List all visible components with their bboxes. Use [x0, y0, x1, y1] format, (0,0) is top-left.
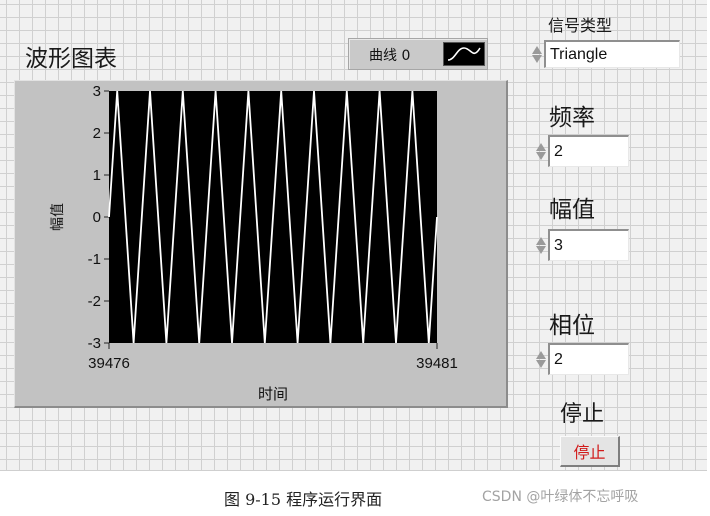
signal-type-value[interactable]: Triangle: [544, 40, 680, 68]
phase-spinner[interactable]: [534, 343, 548, 375]
decrement-arrow-icon[interactable]: [536, 359, 546, 368]
decrement-arrow-icon[interactable]: [536, 151, 546, 160]
frequency-input[interactable]: 2: [548, 135, 629, 167]
amplitude-control[interactable]: 3: [534, 228, 629, 262]
signal-type-label: 信号类型: [548, 16, 613, 35]
line-plot-icon[interactable]: [443, 42, 485, 66]
increment-arrow-icon[interactable]: [536, 350, 546, 359]
front-panel: 波形图表 曲线 0 3 2 1 0 -1 -2 -3 39476 39481 幅值 时间 信号…: [0, 0, 707, 471]
ring-spinner[interactable]: [530, 38, 544, 70]
frequency-control[interactable]: 2: [534, 134, 629, 168]
y-axis-label: 幅值: [50, 203, 66, 231]
line-plot-glyph: [447, 47, 481, 61]
increment-arrow-icon[interactable]: [532, 45, 542, 54]
y-axis: 3 2 1 0 -1 -2 -3: [88, 83, 109, 352]
stop-button[interactable]: 停止: [560, 436, 620, 467]
amplitude-label: 幅值: [549, 197, 595, 223]
y-tick-label: -2: [88, 293, 101, 310]
x-tick-label: 39481: [416, 355, 458, 372]
figure-caption: 图 9-15 程序运行界面: [224, 490, 383, 509]
phase-control[interactable]: 2: [534, 342, 629, 376]
y-tick-label: 3: [93, 83, 101, 100]
x-axis-label: 时间: [258, 385, 288, 403]
increment-arrow-icon[interactable]: [536, 142, 546, 151]
frequency-spinner[interactable]: [534, 135, 548, 167]
signal-type-ring[interactable]: Triangle: [530, 38, 680, 70]
watermark: CSDN @叶绿体不忘呼吸: [482, 489, 639, 505]
amplitude-spinner[interactable]: [534, 229, 548, 261]
frequency-label: 频率: [549, 105, 595, 131]
plot-legend[interactable]: 曲线 0: [348, 38, 488, 70]
x-tick-label: 39476: [88, 355, 130, 372]
y-tick-label: 1: [93, 167, 101, 184]
chart-svg: 3 2 1 0 -1 -2 -3 39476 39481 幅值 时间: [50, 83, 458, 403]
plot-legend-name: 曲线 0: [369, 48, 411, 64]
waveform-chart: 3 2 1 0 -1 -2 -3 39476 39481 幅值 时间: [14, 80, 508, 408]
amplitude-input[interactable]: 3: [548, 229, 629, 261]
x-axis: 39476 39481: [88, 343, 458, 372]
chart-title: 波形图表: [25, 46, 117, 72]
y-tick-label: 2: [93, 125, 101, 142]
phase-label: 相位: [549, 313, 595, 339]
decrement-arrow-icon[interactable]: [536, 245, 546, 254]
decrement-arrow-icon[interactable]: [532, 54, 542, 63]
y-tick-label: 0: [93, 209, 101, 226]
y-tick-label: -1: [88, 251, 101, 268]
increment-arrow-icon[interactable]: [536, 236, 546, 245]
y-tick-label: -3: [88, 335, 101, 352]
stop-label: 停止: [560, 402, 605, 427]
phase-input[interactable]: 2: [548, 343, 629, 375]
